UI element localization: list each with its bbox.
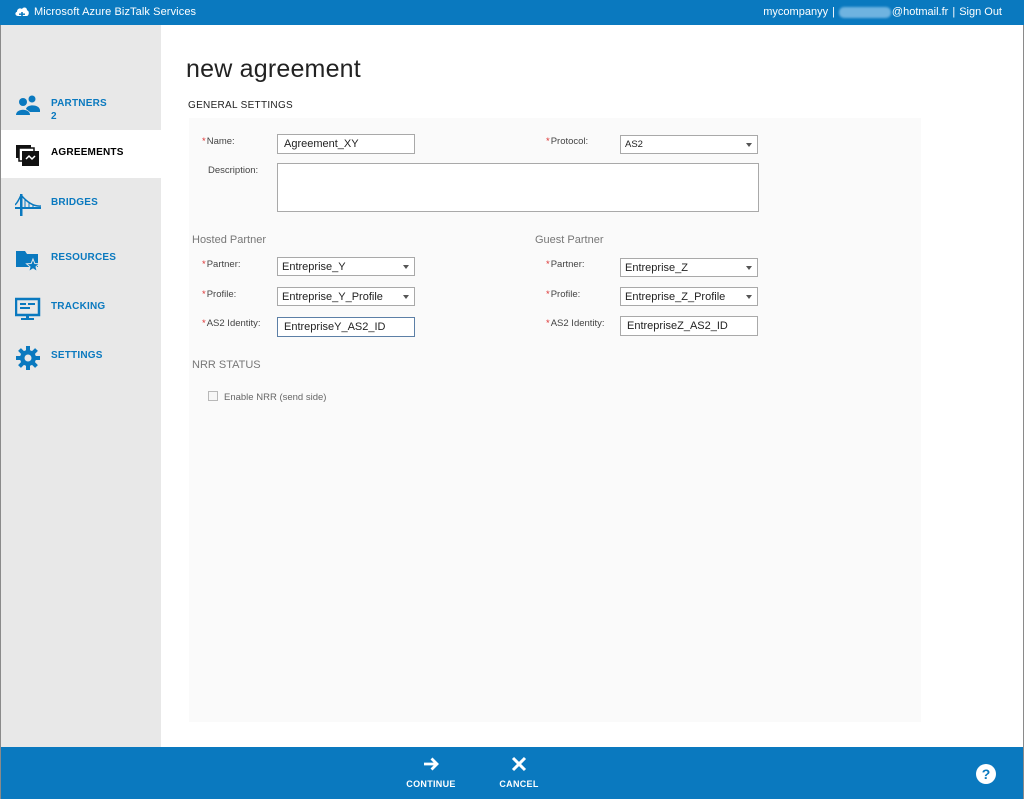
tracking-icon xyxy=(15,297,41,320)
hosted-partner-select[interactable]: Entreprise_Y xyxy=(277,257,415,276)
sidebar-item-resources[interactable]: RESOURCES xyxy=(1,235,161,283)
hosted-profile-label: *Profile: xyxy=(202,289,237,300)
azure-cloud-icon xyxy=(15,7,29,18)
sidebar-item-label: RESOURCES xyxy=(51,252,117,263)
app-title: Microsoft Azure BizTalk Services xyxy=(34,6,197,18)
sidebar-item-label: TRACKING xyxy=(51,301,106,312)
partners-count: 2 xyxy=(51,111,57,122)
chevron-down-icon xyxy=(746,295,752,299)
hosted-as2-identity-input[interactable]: EntrepriseY_AS2_ID xyxy=(277,317,415,337)
blurred-email xyxy=(838,6,891,18)
hosted-as2-identity-label: *AS2 Identity: xyxy=(202,318,261,329)
nrr-status-title: NRR STATUS xyxy=(192,359,261,371)
sidebar-item-label: PARTNERS xyxy=(51,98,107,109)
name-label: *Name: xyxy=(202,136,235,147)
hosted-partner-label: *Partner: xyxy=(202,259,241,270)
arrow-right-icon xyxy=(424,757,439,771)
chevron-down-icon xyxy=(403,265,409,269)
sidebar-item-settings[interactable]: SETTINGS xyxy=(1,333,161,381)
user-name[interactable]: mycompanyy xyxy=(763,6,828,18)
chevron-down-icon xyxy=(746,143,752,147)
cancel-button[interactable]: CANCEL xyxy=(489,747,549,799)
separator: | xyxy=(952,6,956,18)
guest-partner-title: Guest Partner xyxy=(535,234,604,246)
sidebar-item-partners[interactable]: PARTNERS 2 xyxy=(1,81,161,129)
sidebar-item-tracking[interactable]: TRACKING xyxy=(1,284,161,332)
guest-as2-identity-input[interactable]: EntrepriseZ_AS2_ID xyxy=(620,316,758,336)
guest-profile-select[interactable]: Entreprise_Z_Profile xyxy=(620,287,758,306)
description-label: Description: xyxy=(208,165,259,176)
guest-profile-label: *Profile: xyxy=(546,289,581,300)
enable-nrr-label: Enable NRR (send side) xyxy=(224,392,327,403)
continue-button[interactable]: CONTINUE xyxy=(401,747,461,799)
section-title: GENERAL SETTINGS xyxy=(188,100,294,111)
separator: | xyxy=(832,6,835,18)
sidebar: PARTNERS 2 AGREEMENTS BRIDGES RESOURCES xyxy=(1,25,161,747)
sidebar-item-label: BRIDGES xyxy=(51,197,98,208)
user-area: mycompanyy | @hotmail.fr | Sign Out xyxy=(763,6,1002,18)
description-textarea[interactable] xyxy=(277,163,759,212)
page-title: new agreement xyxy=(186,55,361,83)
sidebar-item-label: SETTINGS xyxy=(51,350,103,361)
partners-icon xyxy=(16,95,40,115)
command-bar: CONTINUE CANCEL ? xyxy=(1,747,1023,799)
guest-partner-select[interactable]: Entreprise_Z xyxy=(620,258,758,277)
sign-out-link[interactable]: Sign Out xyxy=(959,6,1002,18)
resources-icon xyxy=(16,251,41,273)
close-icon xyxy=(511,756,527,772)
top-bar: Microsoft Azure BizTalk Services mycompa… xyxy=(0,0,1024,25)
guest-partner-label: *Partner: xyxy=(546,259,585,270)
protocol-label: *Protocol: xyxy=(546,136,589,147)
sidebar-item-label: AGREEMENTS xyxy=(51,147,124,158)
sidebar-item-agreements[interactable]: AGREEMENTS xyxy=(1,130,161,178)
protocol-select[interactable]: AS2 xyxy=(620,135,758,154)
enable-nrr-checkbox[interactable] xyxy=(208,391,218,401)
sidebar-item-bridges[interactable]: BRIDGES xyxy=(1,180,161,228)
chevron-down-icon xyxy=(403,295,409,299)
help-button[interactable]: ? xyxy=(976,764,996,784)
name-input[interactable]: Agreement_XY xyxy=(277,134,415,154)
hosted-partner-title: Hosted Partner xyxy=(192,234,266,246)
bridges-icon xyxy=(15,194,41,216)
hosted-profile-select[interactable]: Entreprise_Y_Profile xyxy=(277,287,415,306)
user-email[interactable]: @hotmail.fr xyxy=(892,6,948,18)
guest-as2-identity-label: *AS2 Identity: xyxy=(546,318,605,329)
settings-icon xyxy=(16,346,40,370)
chevron-down-icon xyxy=(746,266,752,270)
agreements-icon xyxy=(16,145,39,166)
